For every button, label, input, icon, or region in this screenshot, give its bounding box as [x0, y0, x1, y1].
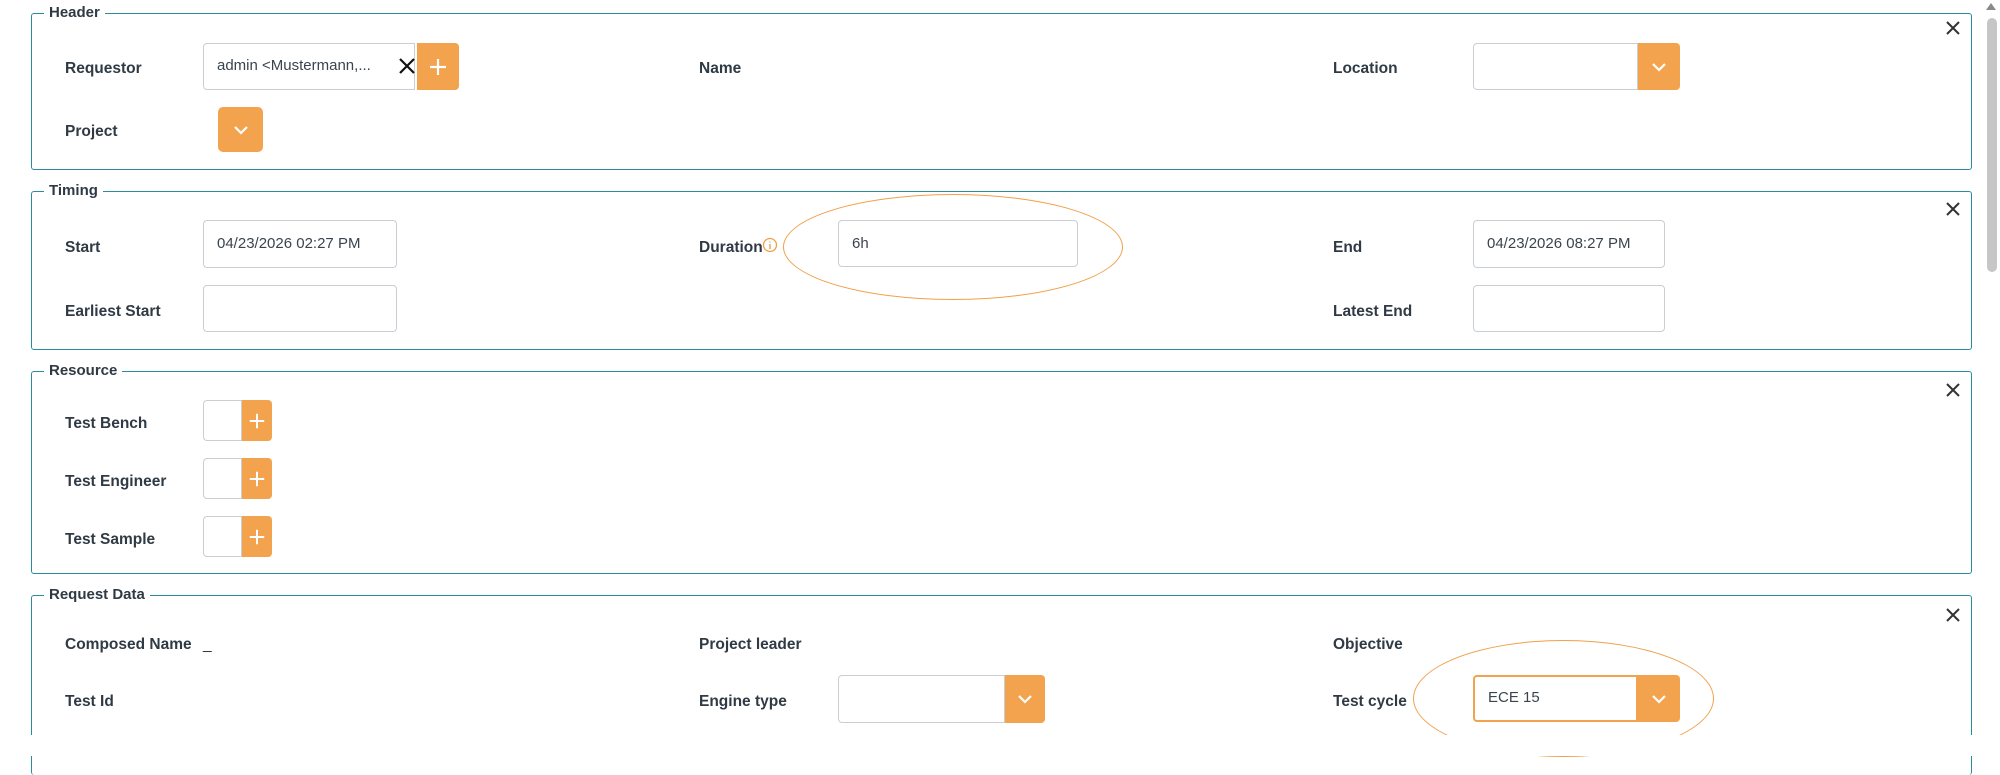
composed-name-label: Composed Name — [65, 636, 192, 653]
close-icon[interactable] — [1943, 605, 1963, 625]
test-engineer-field[interactable] — [203, 458, 242, 499]
duration-value: 6h — [852, 235, 869, 252]
requestor-field[interactable]: admin <Mustermann,... — [203, 43, 415, 90]
test-sample-field[interactable] — [203, 516, 242, 557]
plus-icon — [249, 529, 265, 544]
name-label: Name — [699, 60, 742, 77]
test-sample-label: Test Sample — [65, 531, 156, 548]
project-dropdown-button[interactable] — [218, 107, 263, 152]
engine-type-select[interactable] — [838, 675, 1005, 723]
earliest-start-input[interactable] — [203, 285, 397, 332]
resource-legend: Resource — [44, 361, 123, 381]
info-icon[interactable] — [762, 237, 778, 253]
header-legend: Header — [44, 3, 105, 23]
add-test-bench-button[interactable] — [242, 400, 272, 441]
project-label: Project — [65, 123, 118, 140]
latest-end-label: Latest End — [1333, 303, 1413, 320]
end-label: End — [1333, 239, 1363, 256]
requestor-label: Requestor — [65, 60, 142, 77]
composed-name-value: _ — [203, 636, 212, 653]
close-icon[interactable] — [1943, 380, 1963, 400]
engine-type-dropdown-button[interactable] — [1005, 675, 1045, 723]
start-input[interactable]: 04/23/2026 02:27 PM — [203, 220, 397, 268]
test-bench-field[interactable] — [203, 400, 242, 441]
test-bench-label: Test Bench — [65, 415, 148, 432]
viewport-bottom — [0, 735, 1980, 756]
test-cycle-dropdown-button[interactable] — [1638, 675, 1680, 722]
test-cycle-value: ECE 15 — [1488, 689, 1540, 706]
close-icon[interactable] — [1943, 18, 1963, 38]
add-test-engineer-button[interactable] — [242, 458, 272, 499]
chevron-down-icon — [233, 125, 248, 135]
add-requestor-button[interactable] — [417, 43, 459, 90]
timing-legend: Timing — [44, 181, 103, 201]
chevron-down-icon — [1652, 694, 1666, 704]
close-icon[interactable] — [1943, 199, 1963, 219]
engine-type-label: Engine type — [699, 693, 787, 710]
test-cycle-select[interactable]: ECE 15 — [1473, 675, 1638, 722]
duration-label: Duration — [699, 239, 763, 256]
start-value: 04/23/2026 02:27 PM — [217, 235, 361, 252]
location-dropdown-button[interactable] — [1638, 43, 1680, 90]
test-cycle-label: Test cycle — [1333, 693, 1407, 710]
plus-icon — [249, 413, 265, 428]
objective-label: Objective — [1333, 636, 1403, 653]
test-id-label: Test Id — [65, 693, 114, 710]
end-value: 04/23/2026 08:27 PM — [1487, 235, 1631, 252]
location-label: Location — [1333, 60, 1398, 77]
project-leader-label: Project leader — [699, 636, 802, 653]
requestor-value: admin <Mustermann,... — [217, 57, 371, 74]
duration-input[interactable]: 6h — [838, 220, 1078, 267]
resource-section: Resource — [31, 361, 1972, 574]
plus-icon — [430, 58, 446, 75]
vertical-scrollbar[interactable] — [1980, 0, 2000, 756]
chevron-down-icon — [1652, 62, 1666, 72]
request-data-legend: Request Data — [44, 585, 150, 605]
chevron-down-icon — [1018, 695, 1032, 704]
scrollbar-thumb[interactable] — [1987, 18, 1997, 272]
location-select[interactable] — [1473, 43, 1638, 90]
start-label: Start — [65, 239, 101, 256]
header-section: Header — [31, 3, 1972, 170]
latest-end-input[interactable] — [1473, 285, 1665, 332]
end-input[interactable]: 04/23/2026 08:27 PM — [1473, 220, 1665, 268]
earliest-start-label: Earliest Start — [65, 303, 161, 320]
plus-icon — [249, 471, 265, 486]
clear-icon[interactable] — [397, 56, 417, 76]
add-test-sample-button[interactable] — [242, 516, 272, 557]
scroll-up-icon[interactable] — [1986, 3, 1996, 10]
test-engineer-label: Test Engineer — [65, 473, 167, 490]
